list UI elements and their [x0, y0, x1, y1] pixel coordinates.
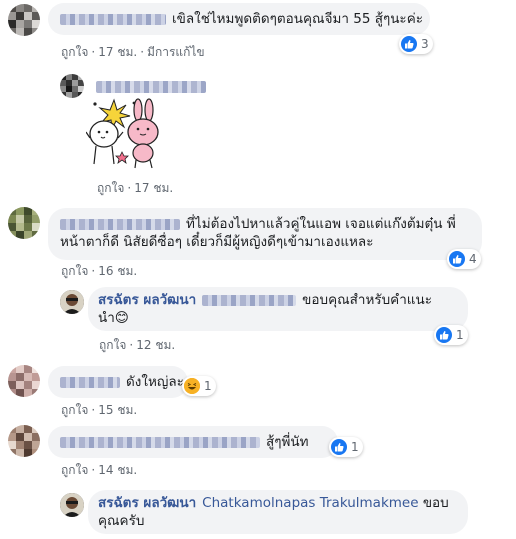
comment-text-line-2: หน้าตาก็ดี นิสัยดีซื่อๆ เดี๋ยวก็มีผู้หญิ… — [60, 234, 374, 250]
comment-meta: ถูกใจ · 12 ชม. — [99, 336, 175, 355]
reply-text-line-1: ขอบคุณสำหรับคำแนะ — [302, 292, 432, 308]
separator-dot: · — [91, 463, 96, 477]
comment-text-line-1: ที่ไม่ต้องไปหาแล้วคู่ในแอพ เจอแต่แก๊งต้ม… — [186, 216, 456, 232]
reaction-count: 1 — [351, 440, 359, 454]
blurred-mention[interactable] — [202, 294, 297, 306]
like-button[interactable]: ถูกใจ — [61, 45, 88, 59]
comment-timestamp[interactable]: 16 ชม. — [98, 264, 137, 278]
separator-dot: · — [129, 338, 134, 352]
separator-dot: · — [91, 403, 96, 417]
blurred-author-name[interactable] — [60, 436, 260, 448]
edited-label[interactable]: มีการแก้ไข — [147, 45, 205, 59]
comment-bubble: เขิลใช่ไหมพูดติดๆตอนคุณจีมา 55 สู้ๆนะค่ะ — [48, 3, 430, 35]
comment-bubble: สู้ๆพี่นัท — [48, 426, 338, 458]
comment-meta: ถูกใจ · 16 ชม. — [61, 262, 137, 281]
separator-dot: · — [91, 264, 96, 278]
like-button[interactable]: ถูกใจ — [99, 338, 126, 352]
commenter-avatar[interactable] — [60, 74, 84, 98]
author-name-link[interactable]: สรฉัตร ผลวัฒนา — [98, 292, 196, 308]
comment-timestamp[interactable]: 17 ชม. — [134, 181, 173, 195]
reaction-count-badge[interactable]: 1 — [434, 325, 468, 345]
comment-timestamp[interactable]: 17 ชม. — [98, 45, 137, 59]
comment-text: สู้ๆพี่นัท — [266, 434, 309, 450]
thumbs-up-icon — [331, 439, 347, 455]
reply-bubble: สรฉัตร ผลวัฒนา Chatkamolnapas Trakulmakme… — [88, 490, 468, 534]
thumbs-up-icon — [401, 36, 417, 52]
mention-link[interactable]: Chatkamolnapas Trakulmakmee — [202, 495, 418, 511]
like-button[interactable]: ถูกใจ — [61, 403, 88, 417]
comment-timestamp[interactable]: 14 ชม. — [98, 463, 137, 477]
thumbs-up-icon — [449, 251, 465, 267]
blurred-author-name[interactable] — [60, 218, 180, 230]
reply-text-line-2: คุณครับ — [98, 513, 145, 529]
comment-text: เขิลใช่ไหมพูดติดๆตอนคุณจีมา 55 สู้ๆนะค่ะ — [172, 11, 423, 27]
author-name-link[interactable]: สรฉัตร ผลวัฒนา — [98, 495, 196, 511]
reply-bubble: สรฉัตร ผลวัฒนา ขอบคุณสำหรับคำแนะ นำ😊 — [88, 287, 468, 331]
blurred-author-name[interactable] — [60, 376, 120, 388]
separator-dot: · — [91, 45, 96, 59]
reaction-count-badge[interactable]: 1 — [182, 376, 216, 396]
thumbs-up-icon — [436, 327, 452, 343]
reply-text-line-1: ขอบ — [422, 495, 449, 511]
reaction-count: 3 — [421, 37, 429, 51]
comment-timestamp[interactable]: 12 ชม. — [136, 338, 175, 352]
commenter-avatar[interactable] — [8, 425, 40, 457]
like-button[interactable]: ถูกใจ — [97, 181, 124, 195]
reply-text-line-2: นำ😊 — [98, 310, 129, 326]
separator-dot: · — [127, 181, 132, 195]
reaction-count: 4 — [469, 252, 477, 266]
blurred-author-name[interactable] — [96, 81, 206, 93]
comment-bubble: ดังใหญ่ละ — [48, 366, 188, 398]
sticker-image[interactable] — [85, 98, 166, 172]
like-button[interactable]: ถูกใจ — [61, 264, 88, 278]
comment-meta: ถูกใจ · 17 ชม. — [97, 179, 173, 198]
reaction-count: 1 — [456, 328, 464, 342]
separator-dot: · — [140, 45, 145, 59]
comment-meta: ถูกใจ · 17 ชม. · มีการแก้ไข — [61, 43, 205, 62]
commenter-avatar[interactable] — [8, 365, 40, 397]
author-avatar[interactable] — [60, 290, 84, 314]
comment-meta: ถูกใจ · 14 ชม. — [61, 461, 137, 480]
haha-emoji-icon — [184, 378, 200, 394]
commenter-avatar[interactable] — [8, 4, 40, 36]
comment-bubble: ที่ไม่ต้องไปหาแล้วคู่ในแอพ เจอแต่แก๊งต้ม… — [48, 208, 482, 260]
comment-meta: ถูกใจ · 15 ชม. — [61, 401, 137, 420]
reaction-count-badge[interactable]: 3 — [399, 34, 433, 54]
commenter-avatar[interactable] — [8, 207, 40, 239]
reaction-count: 1 — [204, 379, 212, 393]
comment-timestamp[interactable]: 15 ชม. — [98, 403, 137, 417]
blurred-author-name[interactable] — [60, 13, 166, 25]
comment-text: ดังใหญ่ละ — [126, 374, 184, 390]
author-avatar[interactable] — [60, 493, 84, 517]
reaction-count-badge[interactable]: 4 — [447, 249, 481, 269]
like-button[interactable]: ถูกใจ — [61, 463, 88, 477]
reaction-count-badge[interactable]: 1 — [329, 437, 363, 457]
